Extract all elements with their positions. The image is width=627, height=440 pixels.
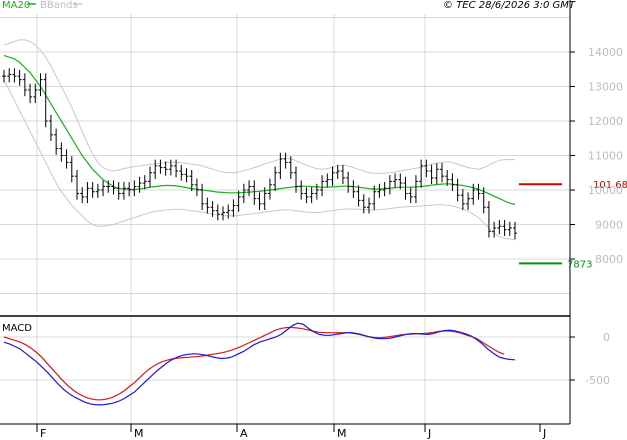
price-tick-label: 9000 (595, 219, 623, 232)
chart-canvas: MA20 BBands © TEC 28/6/2026 3:0 GMT 101 … (0, 0, 627, 440)
time-tick-label: J (542, 427, 546, 440)
macd-lines (3, 322, 516, 406)
level-label: 7873 (567, 259, 592, 270)
time-tick-label: A (240, 427, 248, 440)
price-grid (0, 14, 570, 312)
price-axis: 8000 9000 10000 11000 12000 13000 14000 (570, 46, 623, 266)
time-axis: FMAMJJ (36, 424, 546, 440)
ma20-legend: MA20 (2, 0, 30, 11)
time-tick-label: J (427, 427, 431, 440)
bbands-legend: BBands (40, 0, 78, 11)
bband-lower-line (3, 79, 516, 241)
copyright-text: © TEC 28/6/2026 3:0 GMT (443, 0, 576, 11)
time-tick-label: F (40, 427, 46, 440)
macd-signal-line (3, 326, 505, 401)
price-tick-label: 14000 (588, 46, 623, 59)
price-tick-label: 11000 (588, 150, 623, 163)
time-tick-label: M (134, 427, 144, 440)
time-tick-label: M (337, 427, 347, 440)
macd-line (3, 322, 516, 406)
price-tick-label: 12000 (588, 115, 623, 128)
macd-tick-label: -500 (585, 374, 610, 387)
price-tick-label: 13000 (588, 81, 623, 94)
ma20-series-line (3, 54, 516, 206)
price-tick-label: 10000 (588, 184, 623, 197)
price-tick-label: 8000 (595, 253, 623, 266)
price-bars (2, 68, 517, 240)
macd-grid (0, 318, 570, 424)
macd-axis: 0 -500 (570, 331, 610, 387)
ma20-line (3, 54, 516, 206)
macd-tick-label: 0 (603, 331, 610, 344)
macd-title: MACD (2, 323, 32, 334)
